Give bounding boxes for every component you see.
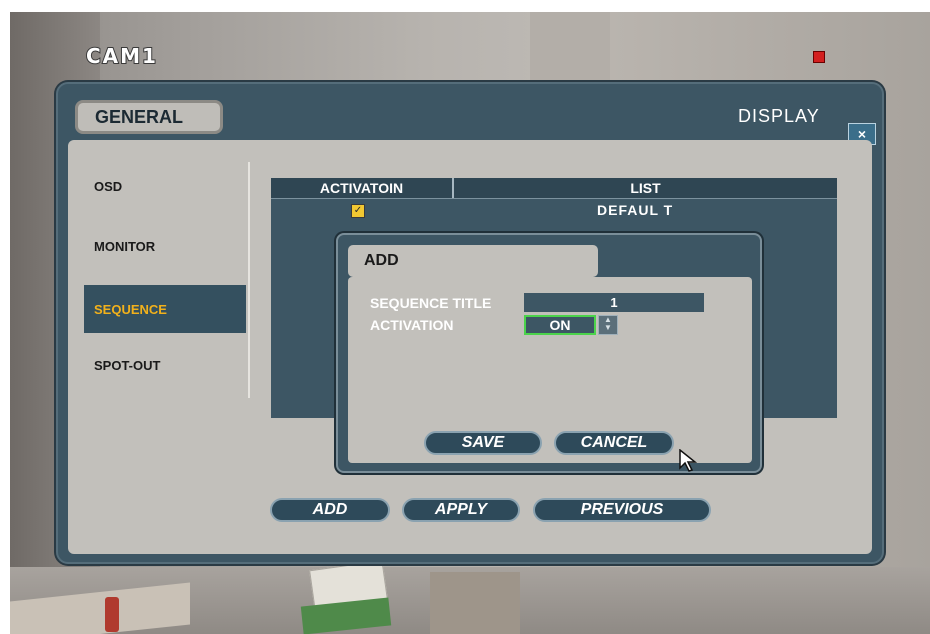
cancel-button[interactable]: CANCEL <box>554 431 674 455</box>
background-board <box>430 572 520 634</box>
apply-button[interactable]: APPLY <box>402 498 520 522</box>
add-button[interactable]: ADD <box>270 498 390 522</box>
record-indicator-icon <box>813 51 825 63</box>
sidebar-item-monitor[interactable]: MONITOR <box>84 222 246 270</box>
sidebar-item-osd[interactable]: OSD <box>84 162 246 210</box>
sidebar-item-spot-out[interactable]: SPOT-OUT <box>84 341 246 389</box>
activation-checkbox[interactable]: ✓ <box>351 204 365 218</box>
column-header-activation: ACTIVATOIN <box>271 178 454 198</box>
chevron-down-icon: ▼ <box>604 323 612 332</box>
add-sequence-dialog: ADD SEQUENCE TITLE 1 ACTIVATION ON ▲ ▼ <box>336 233 762 473</box>
column-header-list: LIST <box>630 180 661 196</box>
tab-general[interactable]: GENERAL <box>75 100 223 134</box>
camera-label: CAM1 <box>85 43 158 69</box>
activation-label: ACTIVATION <box>370 317 454 333</box>
cursor-arrow-icon <box>679 448 698 472</box>
add-dialog-title: ADD <box>348 245 598 277</box>
sidebar-item-label: SPOT-OUT <box>94 357 161 373</box>
sidebar-divider <box>248 162 250 398</box>
activation-spinner[interactable]: ▲ ▼ <box>598 315 618 335</box>
sequence-title-input[interactable]: 1 <box>524 293 704 312</box>
sidebar-item-label: OSD <box>94 178 123 194</box>
sidebar-item-label: MONITOR <box>94 238 156 254</box>
dialog-title: DISPLAY <box>738 106 820 126</box>
table-cell-list[interactable]: DEFAUL T <box>597 202 673 218</box>
activation-select[interactable]: ON <box>524 315 596 335</box>
save-button[interactable]: SAVE <box>424 431 542 455</box>
previous-button[interactable]: PREVIOUS <box>533 498 711 522</box>
sidebar-item-label: SEQUENCE <box>94 301 167 317</box>
table-header: ACTIVATOIN LIST <box>271 178 837 199</box>
background-extinguisher <box>105 597 119 632</box>
sidebar-item-sequence[interactable]: SEQUENCE <box>84 285 246 333</box>
add-dialog-body: SEQUENCE TITLE 1 ACTIVATION ON ▲ ▼ <box>348 277 752 463</box>
sequence-title-label: SEQUENCE TITLE <box>370 295 492 311</box>
